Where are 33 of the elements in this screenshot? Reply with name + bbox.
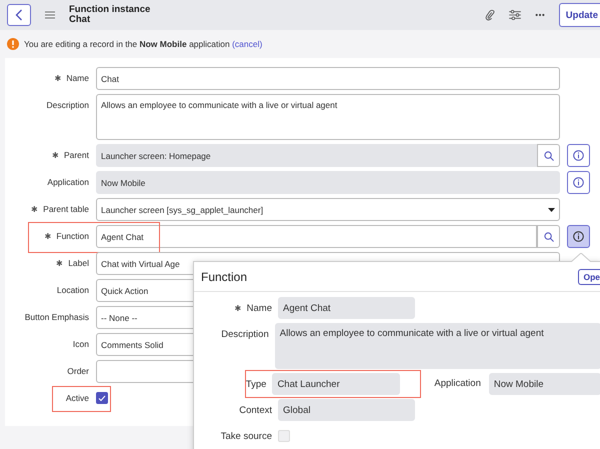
field-label: Location xyxy=(56,285,89,296)
field-label: Function xyxy=(56,231,89,242)
field-label: Label xyxy=(68,258,89,269)
field-label: Icon xyxy=(72,339,89,350)
record-type-title: Function instance xyxy=(69,5,150,15)
field-label: Button Emphasis xyxy=(24,312,89,323)
readonly-field: Chat Launcher xyxy=(272,373,400,395)
field-label: Order xyxy=(67,366,89,377)
editing-notice: You are editing a record in the Now Mobile application (cancel) xyxy=(24,39,262,49)
required-icon: ✱ xyxy=(31,205,38,214)
field-label: Name xyxy=(66,73,89,84)
record-name-title: Chat xyxy=(69,15,92,25)
required-icon: ✱ xyxy=(56,259,64,268)
field-label: Active xyxy=(66,393,89,404)
field-label: Name xyxy=(246,302,272,314)
readonly-field: Agent Chat xyxy=(278,297,415,319)
required-icon: ✱ xyxy=(234,304,242,312)
field-label: Take source xyxy=(220,430,272,442)
field-label: Parent xyxy=(64,150,89,161)
field-label: Parent table xyxy=(43,204,89,215)
field-label: Type xyxy=(246,378,266,390)
field-label: Context xyxy=(239,404,272,416)
required-icon: ✱ xyxy=(54,74,62,83)
field-label: Application xyxy=(47,177,89,188)
required-icon: ✱ xyxy=(52,151,59,160)
field-label: Application xyxy=(434,377,481,391)
required-icon: ✱ xyxy=(44,232,52,241)
readonly-field: Allows an employee to communicate with a live or virtual agent xyxy=(274,323,600,369)
readonly-field: Now Mobile xyxy=(488,373,600,395)
readonly-field: Global xyxy=(278,399,415,421)
readonly-field: Now Mobile xyxy=(96,171,560,194)
field-label: Description xyxy=(221,328,269,340)
field-label: Description xyxy=(46,100,89,111)
